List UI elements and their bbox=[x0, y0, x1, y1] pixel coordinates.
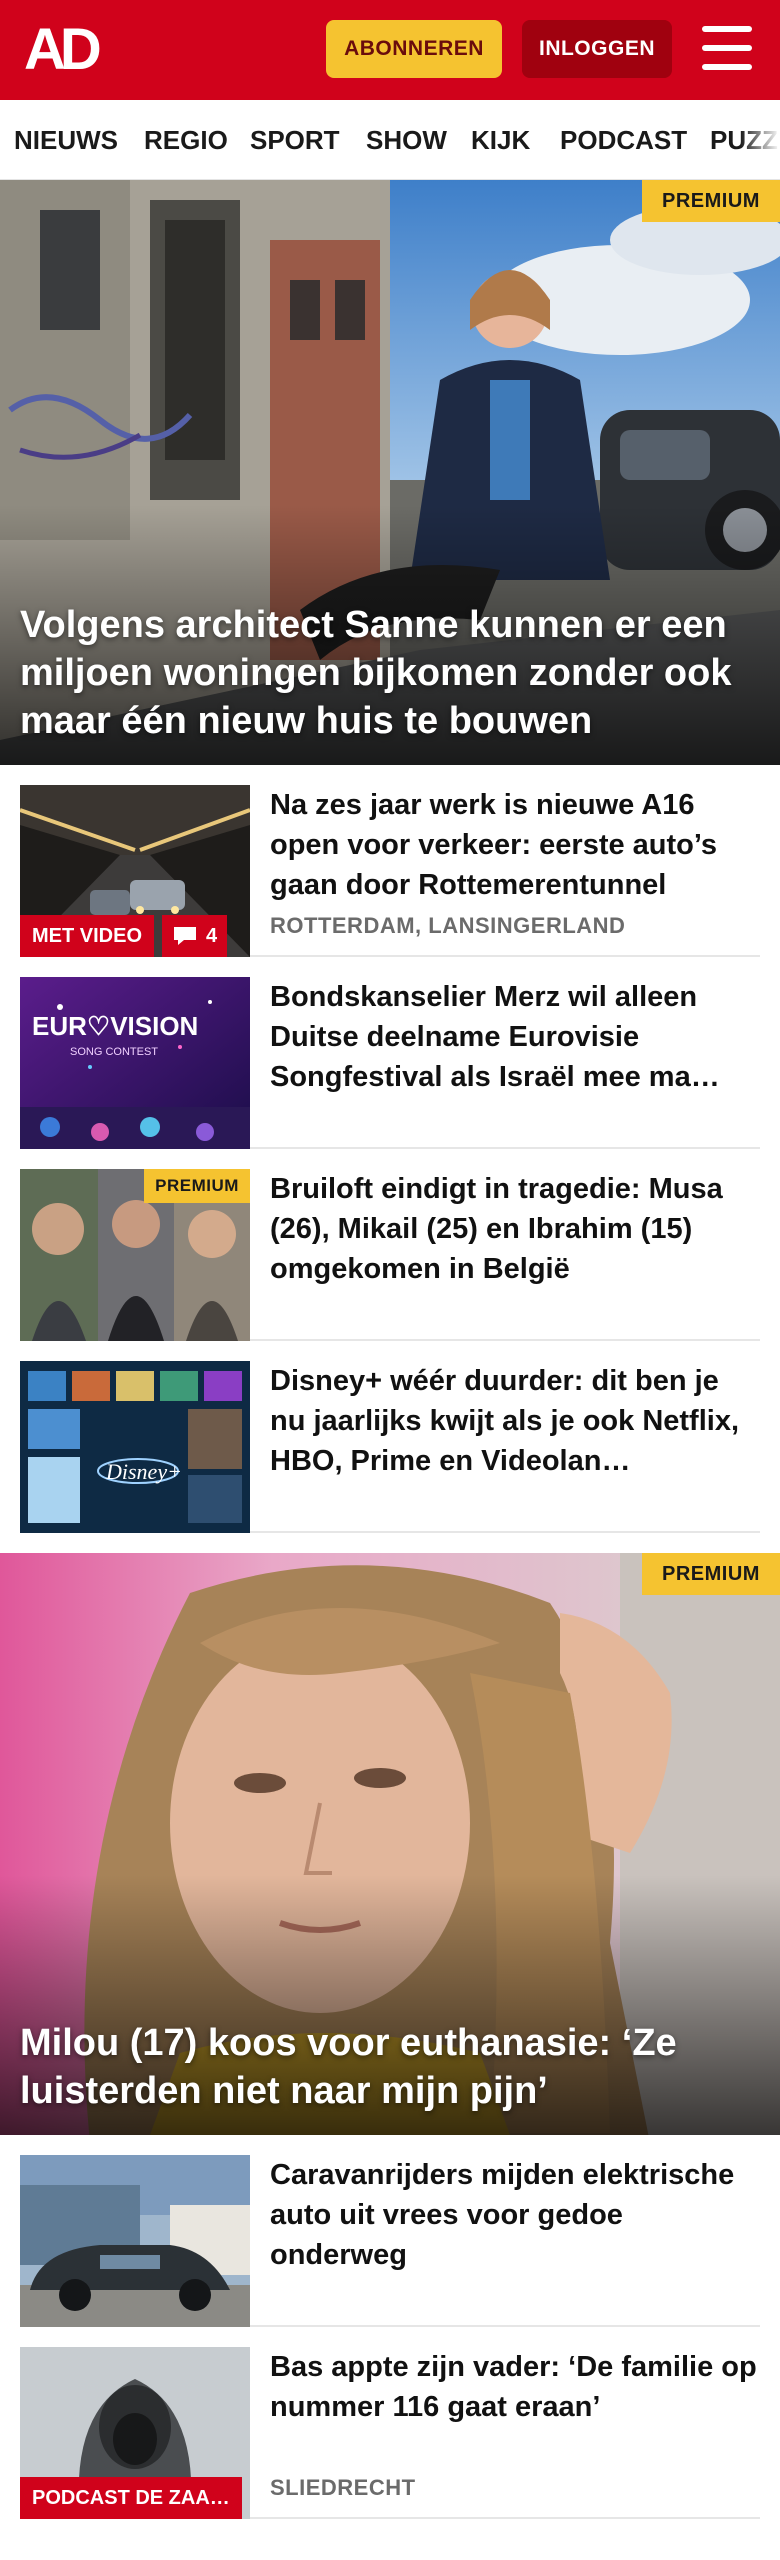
nav-item-regio[interactable]: REGIO bbox=[144, 122, 228, 158]
premium-badge: PREMIUM bbox=[642, 180, 780, 222]
hero-article-architect[interactable]: PREMIUM Volgens architect Sanne kunnen e… bbox=[0, 180, 780, 765]
thumbnail-eurovision: EUR♡VISION SONG CONTEST bbox=[20, 977, 250, 1149]
nav-item-nieuws[interactable]: NIEUWS bbox=[14, 122, 118, 158]
video-tag: MET VIDEO bbox=[20, 915, 155, 957]
thumbnail-caravan bbox=[20, 2155, 250, 2327]
article-title[interactable]: Bruiloft eindigt in tragedie: Musa (26),… bbox=[270, 1169, 760, 1289]
list-item[interactable]: Disney+ Disney+ wéér duurder: dit ben je… bbox=[20, 1361, 760, 1533]
menu-line bbox=[702, 64, 752, 70]
nav-fade bbox=[740, 100, 780, 179]
thumbnail-tunnel: MET VIDEO 4 bbox=[20, 785, 250, 957]
login-button[interactable]: INLOGGEN bbox=[522, 20, 672, 78]
thumbnail-hooded: PODCAST DE ZAA… bbox=[20, 2347, 250, 2519]
thumbnail-disney: Disney+ bbox=[20, 1361, 250, 1533]
thumb-text: EUR♡VISION bbox=[32, 1011, 198, 1041]
premium-badge: PREMIUM bbox=[144, 1169, 250, 1203]
comment-count: 4 bbox=[206, 924, 218, 947]
caravan-image bbox=[20, 2155, 250, 2327]
article-title[interactable]: Na zes jaar werk is nieuwe A16 open voor… bbox=[270, 785, 760, 905]
svg-text:Disney+: Disney+ bbox=[105, 1459, 182, 1484]
article-title[interactable]: Disney+ wéér duurder: dit ben je nu jaar… bbox=[270, 1361, 760, 1481]
thumbnail-bruiloft: PREMIUM bbox=[20, 1169, 250, 1341]
podcast-tag: PODCAST DE ZAA… bbox=[20, 2477, 242, 2519]
list-item[interactable]: EUR♡VISION SONG CONTEST Bondskanselier M… bbox=[20, 977, 760, 1149]
section-nav: NIEUWS REGIO SPORT SHOW KIJK PODCAST PUZ… bbox=[0, 100, 780, 180]
comments-badge[interactable]: 4 bbox=[162, 915, 228, 957]
article-location: ROTTERDAM, LANSINGERLAND bbox=[270, 913, 626, 938]
article-location: SLIEDRECHT bbox=[270, 2475, 416, 2500]
article-title[interactable]: Bondskanselier Merz wil alleen Duitse de… bbox=[270, 977, 760, 1097]
nav-item-kijk[interactable]: KIJK bbox=[471, 122, 530, 158]
nav-item-sport[interactable]: SPORT bbox=[250, 122, 340, 158]
hamburger-menu-icon[interactable] bbox=[700, 24, 754, 72]
hero-article-milou[interactable]: PREMIUM Milou (17) koos voor euthanasie:… bbox=[0, 1553, 780, 2135]
hero-headline[interactable]: Milou (17) koos voor euthanasie: ‘Ze lui… bbox=[20, 2019, 760, 2115]
list-item[interactable]: PREMIUM Bruiloft eindigt in tragedie: Mu… bbox=[20, 1169, 760, 1341]
subscribe-button[interactable]: ABONNEREN bbox=[326, 20, 502, 78]
disney-image: Disney+ bbox=[20, 1361, 250, 1533]
list-item[interactable]: Caravanrijders mijden elektri­sche auto … bbox=[20, 2155, 760, 2327]
menu-line bbox=[702, 26, 752, 32]
premium-badge: PREMIUM bbox=[642, 1553, 780, 1595]
menu-line bbox=[702, 45, 752, 51]
list-item[interactable]: MET VIDEO 4 Na zes jaar werk is nieuwe A… bbox=[20, 785, 760, 957]
svg-text:SONG CONTEST: SONG CONTEST bbox=[70, 1046, 158, 1058]
hero-headline[interactable]: Volgens architect Sanne kunnen er een mi… bbox=[20, 601, 760, 745]
comment-icon bbox=[174, 927, 196, 945]
article-title[interactable]: Bas appte zijn vader: ‘De familie op num… bbox=[270, 2347, 760, 2427]
eurovision-image: EUR♡VISION SONG CONTEST bbox=[20, 977, 250, 1149]
top-bar: AD ABONNEREN INLOGGEN bbox=[0, 0, 780, 100]
ad-logo[interactable]: AD bbox=[24, 21, 118, 79]
nav-item-podcast[interactable]: PODCAST bbox=[560, 122, 687, 158]
list-item[interactable]: PODCAST DE ZAA… Bas appte zijn vader: ‘D… bbox=[20, 2347, 760, 2519]
article-title[interactable]: Caravanrijders mijden elektri­sche auto … bbox=[270, 2155, 760, 2275]
nav-item-show[interactable]: SHOW bbox=[366, 122, 447, 158]
